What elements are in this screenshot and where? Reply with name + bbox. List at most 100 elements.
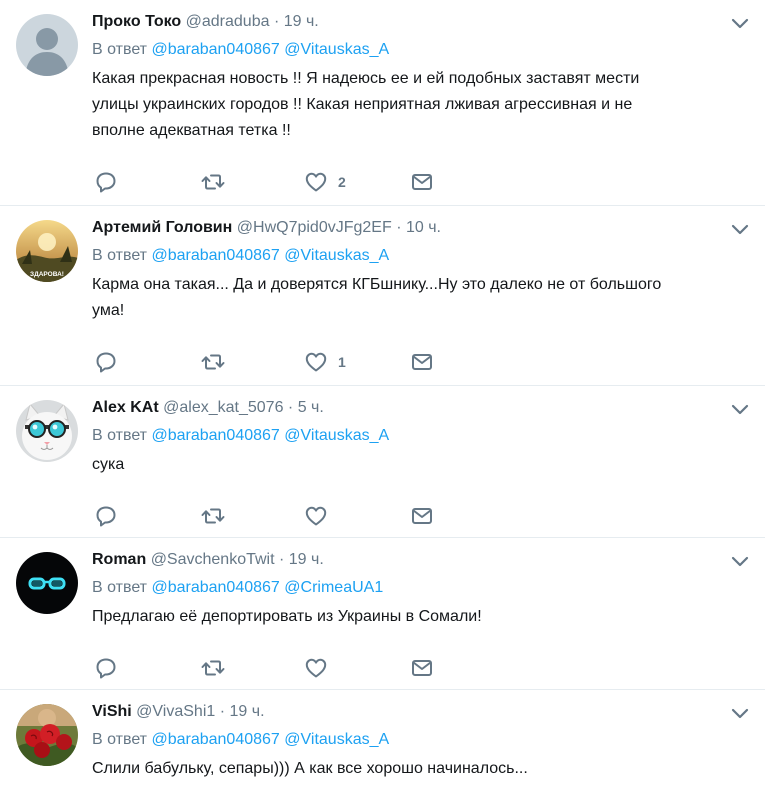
avatar[interactable] [16, 400, 78, 462]
cat-with-goggles-avatar [16, 400, 78, 462]
chevron-down-icon[interactable] [731, 224, 749, 236]
heart-icon [305, 506, 327, 526]
user-handle[interactable]: @alex_kat_5076 [163, 399, 283, 416]
like-count: 1 [338, 354, 346, 370]
mention-link[interactable]: @Vitauskas_A [284, 731, 389, 748]
like-button[interactable]: 1 [304, 350, 346, 374]
avatar[interactable] [16, 704, 78, 766]
reply-icon [96, 506, 116, 527]
reply-icon [96, 352, 116, 373]
mention-link[interactable]: @Vitauskas_A [284, 247, 389, 264]
reply-context: В ответ @baraban040867 @Vitauskas_A [92, 246, 749, 266]
mention-link[interactable]: @baraban040867 [151, 247, 279, 264]
timestamp[interactable]: 19 ч. [284, 13, 319, 30]
reply-button[interactable] [94, 656, 118, 680]
user-name[interactable]: ViShi [92, 703, 132, 720]
chevron-down-icon[interactable] [731, 556, 749, 568]
user-name[interactable]: Roman [92, 551, 146, 568]
tweet-text-line: улицы украинских городов !! Какая неприя… [92, 96, 633, 113]
tweet-text-line: Какая прекрасная новость !! Я надеюсь ее… [92, 70, 640, 87]
envelope-icon [412, 354, 432, 370]
tweet-text-line: сука [92, 456, 125, 473]
neon-glasses-avatar [16, 552, 78, 614]
roses-avatar [16, 704, 78, 766]
separator-dot: · [273, 13, 280, 30]
like-button[interactable]: 2 [304, 170, 346, 194]
reply-context: В ответ @baraban040867 @Vitauskas_A [92, 40, 749, 60]
tweet-header: Артемий Головин @HwQ7pid0vJFg2EF · 10 ч. [92, 218, 749, 238]
user-handle[interactable]: @adraduba [186, 13, 270, 30]
retweet-icon [201, 508, 225, 524]
reply-prefix: В ответ [92, 247, 148, 264]
tweet-text-line: ума! [92, 302, 125, 319]
timestamp[interactable]: 19 ч. [230, 703, 265, 720]
tweet-header: ViShi @VivaShi1 · 19 ч. [92, 702, 749, 722]
mention-link[interactable]: @baraban040867 [151, 731, 279, 748]
mention-link[interactable]: @CrimeaUA1 [284, 579, 383, 596]
timestamp[interactable]: 5 ч. [298, 399, 324, 416]
reply-prefix: В ответ [92, 427, 148, 444]
like-button[interactable] [304, 656, 338, 680]
retweet-button[interactable] [200, 170, 226, 194]
timestamp[interactable]: 19 ч. [289, 551, 324, 568]
tweet-text: Карма она такая... Да и доверятся КГБшни… [92, 272, 749, 324]
like-count: 2 [338, 174, 346, 190]
separator-dot: · [396, 219, 402, 236]
reply-button[interactable] [94, 504, 118, 528]
mention-link[interactable]: @baraban040867 [151, 579, 279, 596]
mention-link[interactable]: @Vitauskas_A [284, 427, 389, 444]
avatar[interactable]: ЗДАРОВА! [16, 220, 78, 282]
reply-button[interactable] [94, 170, 118, 194]
direct-message-button[interactable] [410, 504, 434, 528]
tweet-header: Roman @SavchenkoTwit · 19 ч. [92, 550, 749, 570]
envelope-icon [412, 508, 432, 524]
reply-prefix: В ответ [92, 41, 148, 58]
direct-message-button[interactable] [410, 656, 434, 680]
reply-button[interactable] [94, 350, 118, 374]
retweet-icon [201, 174, 225, 190]
tweet[interactable]: ViShi @VivaShi1 · 19 ч. В ответ @baraban… [0, 690, 765, 799]
mention-link[interactable]: @baraban040867 [151, 427, 279, 444]
retweet-button[interactable] [200, 350, 226, 374]
reply-prefix: В ответ [92, 731, 148, 748]
reply-prefix: В ответ [92, 579, 148, 596]
mention-link[interactable]: @Vitauskas_A [284, 41, 389, 58]
retweet-button[interactable] [200, 656, 226, 680]
like-button[interactable] [304, 504, 338, 528]
tweet[interactable]: ЗДАРОВА! Артемий Головин @HwQ7pid0vJFg2E… [0, 206, 765, 386]
user-name[interactable]: Alex KAt [92, 399, 159, 416]
avatar[interactable] [16, 552, 78, 614]
user-handle[interactable]: @VivaShi1 [136, 703, 215, 720]
retweet-button[interactable] [200, 504, 226, 528]
reply-context: В ответ @baraban040867 @Vitauskas_A [92, 730, 749, 750]
chevron-down-icon[interactable] [731, 18, 749, 30]
tweet-text-line: Предлагаю её депортировать из Украины в … [92, 608, 482, 625]
reply-icon [96, 172, 116, 193]
tweet[interactable]: Roman @SavchenkoTwit · 19 ч. В ответ @ba… [0, 538, 765, 690]
retweet-icon [201, 660, 225, 676]
tweet-header: Alex KAt @alex_kat_5076 · 5 ч. [92, 398, 749, 418]
envelope-icon [412, 174, 432, 190]
tweet-text: Слили бабульку, сепары))) А как все хоро… [92, 756, 749, 782]
tweet-text: Какая прекрасная новость !! Я надеюсь ее… [92, 66, 749, 144]
timestamp[interactable]: 10 ч. [406, 219, 441, 236]
tweet-text-line: Слили бабульку, сепары))) А как все хоро… [92, 760, 528, 777]
chevron-down-icon[interactable] [731, 404, 749, 416]
user-name[interactable]: Артемий Головин [92, 219, 232, 236]
user-handle[interactable]: @HwQ7pid0vJFg2EF [237, 219, 392, 236]
tweet[interactable]: Проко Токо @adraduba · 19 ч. В ответ @ba… [0, 0, 765, 206]
user-handle[interactable]: @SavchenkoTwit [151, 551, 275, 568]
tweet[interactable]: Alex KAt @alex_kat_5076 · 5 ч. В ответ @… [0, 386, 765, 538]
avatar[interactable] [16, 14, 78, 76]
heart-icon [305, 352, 327, 372]
tweet-text: Предлагаю её депортировать из Украины в … [92, 604, 749, 630]
user-name[interactable]: Проко Токо [92, 13, 181, 30]
chevron-down-icon[interactable] [731, 708, 749, 720]
default-avatar-icon [16, 14, 78, 76]
direct-message-button[interactable] [410, 350, 434, 374]
reply-context: В ответ @baraban040867 @Vitauskas_A [92, 426, 749, 446]
tweet-header: Проко Токо @adraduba · 19 ч. [92, 12, 749, 32]
mention-link[interactable]: @baraban040867 [151, 41, 279, 58]
direct-message-button[interactable] [410, 170, 434, 194]
separator-dot: · [219, 703, 226, 720]
